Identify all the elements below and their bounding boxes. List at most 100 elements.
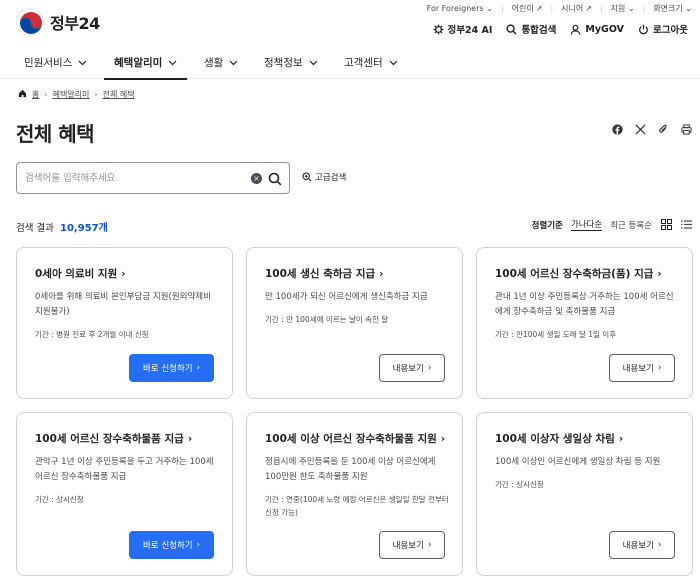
- taegeuk-logo-icon: [16, 8, 44, 36]
- gov24-ai-link[interactable]: 정부24 AI: [432, 22, 493, 36]
- mygov-link[interactable]: MyGOV: [570, 22, 624, 36]
- card-description: 관내 1년 이상 주민등록상 거주하는 100세 어르신에게 장수축하금 및 축…: [495, 292, 674, 317]
- card-description: 0세아를 위해 의료비 본인부담금 지원(원외약제비 지원불가): [35, 292, 211, 317]
- apply-now-button[interactable]: 바로 신청하기 ›: [129, 354, 214, 382]
- nav-policy[interactable]: 정책정보: [264, 46, 318, 79]
- chevron-down-icon: [229, 57, 238, 69]
- link-copy-icon[interactable]: [658, 124, 669, 135]
- utility-links: For Foreigners ⌄ | 어린이 ↗ | 시니어 ↗ | 지원 ⌄ | …: [427, 3, 692, 14]
- card-period: 기간 : 만100세 생일 도래 달 1일 이후: [495, 330, 617, 339]
- sort-recent[interactable]: 최근 등록순: [610, 219, 652, 231]
- card-description: 100세 이상인 어르신에게 생일상 차림 등 지원: [495, 457, 661, 467]
- apply-now-button[interactable]: 바로 신청하기 ›: [129, 531, 214, 559]
- benefit-card: 100세 이상자 생일상 차림 › 100세 이상인 어르신에게 생일상 차림 등…: [476, 412, 693, 576]
- search-icon: [506, 23, 518, 35]
- search-icon: [268, 172, 282, 186]
- grid-view-icon[interactable]: [660, 219, 672, 231]
- external-link-icon: ↗: [535, 4, 543, 13]
- util-font-size[interactable]: 화면크기 ⌄: [653, 3, 692, 14]
- util-support[interactable]: 지원 ⌄: [611, 3, 635, 14]
- card-period: 기간 : 병원 진료 후 2개월 이내 신청: [35, 330, 149, 339]
- chevron-down-icon: [78, 57, 87, 69]
- clear-icon[interactable]: ×: [251, 173, 262, 184]
- logout-link[interactable]: 로그아웃: [638, 22, 688, 36]
- card-title[interactable]: 100세 이상 어르신 장수축하물품 지원 ›: [265, 431, 445, 446]
- chevron-right-icon: ›: [657, 540, 662, 550]
- nav-customer-center[interactable]: 고객센터: [344, 46, 398, 79]
- gov24-ai-label: 정부24 AI: [447, 25, 493, 36]
- user-icon: [571, 24, 581, 35]
- print-icon[interactable]: [681, 124, 692, 135]
- gov24-logo[interactable]: 정부24: [16, 8, 100, 36]
- search-input[interactable]: [25, 169, 250, 187]
- card-title[interactable]: 100세 어르신 장수축하금(품) 지급 ›: [495, 266, 662, 281]
- card-title[interactable]: 100세 어르신 장수축하물품 지급 ›: [35, 431, 192, 446]
- benefit-card: 0세아 의료비 지원 › 0세아를 위해 의료비 본인부담금 지원(원외약제비 지…: [16, 247, 233, 399]
- integrated-search-link[interactable]: 통합검색: [506, 22, 556, 36]
- nav-label: 정책정보: [264, 57, 303, 69]
- benefit-card: 100세 생신 축하금 지급 › 만 100세가 되신 어르신에게 생신축하금 지…: [246, 247, 463, 399]
- nav-civil-service[interactable]: 민원서비스: [24, 46, 87, 79]
- ai-gear-icon: [432, 23, 444, 35]
- card-title-text: 100세 어르신 장수축하금(품) 지급: [495, 268, 654, 280]
- util-senior[interactable]: 시니어 ↗: [561, 3, 592, 14]
- nav-label: 민원서비스: [24, 57, 73, 69]
- breadcrumb-benefits[interactable]: 혜택알리미: [53, 89, 90, 100]
- chevron-right-icon: ›: [427, 540, 432, 550]
- benefit-card: 100세 어르신 장수축하물품 지급 › 관악구 1년 이상 주민등록을 두고 거…: [16, 412, 233, 576]
- chevron-down-icon: [309, 57, 318, 69]
- chevron-right-icon: ›: [196, 540, 201, 550]
- result-count: 검색 결과 10,957개: [16, 219, 108, 234]
- search-button[interactable]: [268, 171, 282, 186]
- view-details-button[interactable]: 내용보기 ›: [379, 354, 445, 382]
- sort-bar: 정렬기준 가나다순 최근 등록순: [532, 218, 692, 231]
- chevron-right-icon: ›: [187, 432, 193, 445]
- main-navigation: 민원서비스 혜택알리미 생활 정책정보 고객센터: [0, 46, 700, 80]
- breadcrumb-current[interactable]: 전체 혜택: [103, 89, 135, 100]
- chevron-right-icon: ›: [121, 267, 126, 280]
- card-period: 기간 : 만 100세에 이르는 날이 속한 달: [265, 315, 389, 324]
- facebook-icon[interactable]: [612, 124, 623, 135]
- breadcrumb: 홈 › 혜택알리미 › 전체 혜택: [18, 89, 135, 100]
- divider: |: [500, 4, 504, 13]
- card-title[interactable]: 100세 이상자 생일상 차림 ›: [495, 431, 623, 446]
- x-twitter-icon[interactable]: [635, 124, 646, 135]
- power-icon: [639, 24, 649, 34]
- logout-label: 로그아웃: [653, 25, 688, 36]
- breadcrumb-home[interactable]: 홈: [32, 89, 39, 100]
- chevron-right-icon: ›: [657, 363, 662, 373]
- view-details-button[interactable]: 내용보기 ›: [379, 531, 445, 559]
- view-details-button[interactable]: 내용보기 ›: [609, 354, 675, 382]
- card-title[interactable]: 0세아 의료비 지원 ›: [35, 266, 126, 281]
- chevron-right-icon: ›: [657, 267, 662, 280]
- search-box: ×: [16, 162, 290, 194]
- chevron-right-icon: ›: [196, 363, 201, 373]
- detail-label: 내용보기: [622, 541, 654, 551]
- card-period: 기간 : 상시신청: [35, 495, 84, 504]
- apply-label: 바로 신청하기: [142, 541, 193, 551]
- detail-label: 내용보기: [392, 541, 424, 551]
- list-view-icon[interactable]: [680, 219, 692, 231]
- advanced-search-label: 고급검색: [315, 173, 347, 183]
- benefit-card: 100세 이상 어르신 장수축하물품 지원 › 정읍시에 주민등록을 둔 100세…: [246, 412, 463, 576]
- page-title: 전체 혜택: [16, 122, 95, 146]
- card-title[interactable]: 100세 생신 축하금 지급 ›: [265, 266, 384, 281]
- card-title-text: 100세 이상 어르신 장수축하물품 지원: [265, 433, 437, 445]
- nav-benefits[interactable]: 혜택알리미: [103, 46, 188, 80]
- nav-label: 생활: [204, 57, 224, 69]
- header: 정부24 For Foreigners ⌄ | 어린이 ↗ | 시니어 ↗ | 지원…: [0, 0, 700, 46]
- card-description: 정읍시에 주민등록을 둔 100세 이상 어르신에게 100만원 한도 축하물품…: [265, 457, 436, 482]
- chevron-right-icon: ›: [427, 363, 432, 373]
- sort-alphabetical[interactable]: 가나다순: [570, 218, 603, 231]
- chevron-right-icon: ›: [44, 90, 48, 99]
- view-details-button[interactable]: 내용보기 ›: [609, 531, 675, 559]
- util-kids[interactable]: 어린이 ↗: [512, 3, 543, 14]
- divider: |: [550, 4, 554, 13]
- nav-life[interactable]: 생활: [204, 46, 238, 79]
- card-period: 기간 : 상시신청: [495, 480, 544, 489]
- advanced-search-button[interactable]: 고급검색: [302, 171, 346, 183]
- util-kids-label: 어린이: [511, 4, 534, 13]
- util-foreigners[interactable]: For Foreigners ⌄: [427, 3, 493, 14]
- integrated-search-label: 통합검색: [521, 25, 557, 36]
- card-title-text: 100세 이상자 생일상 차림: [495, 433, 615, 445]
